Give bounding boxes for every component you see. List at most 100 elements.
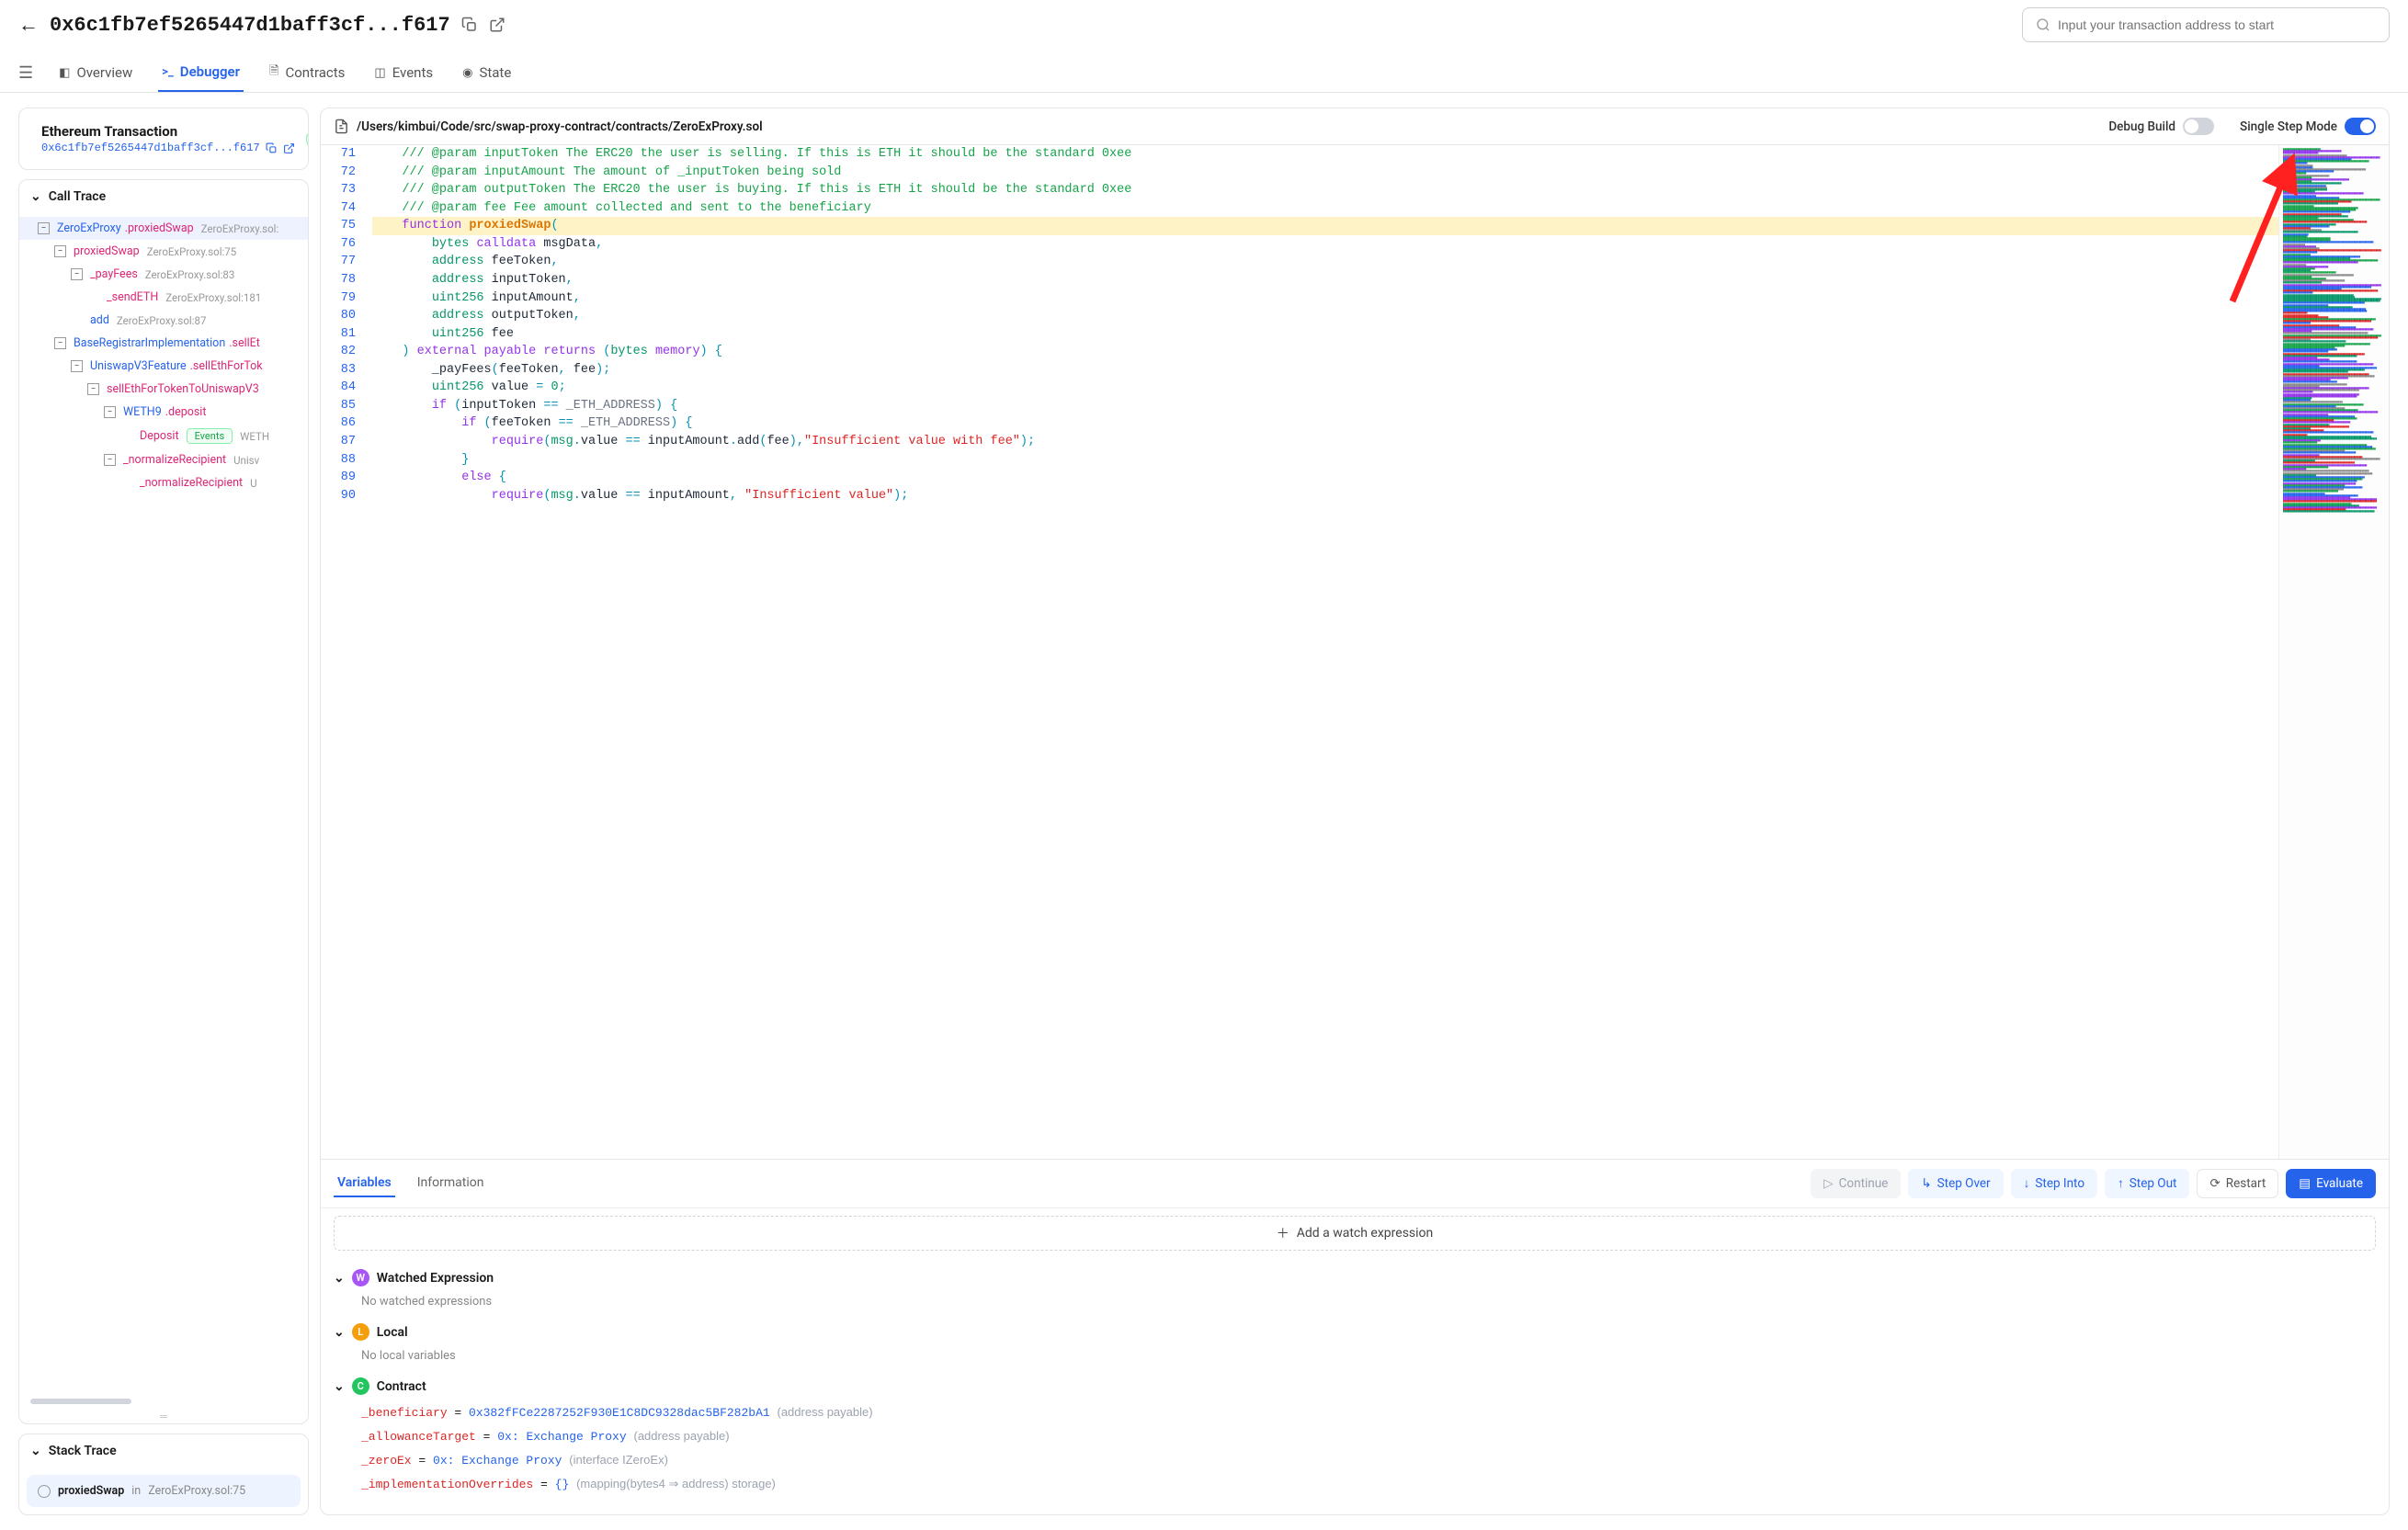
trace-row[interactable]: −ZeroExProxy.proxiedSwapZeroExProxy.sol: [19, 217, 308, 240]
file-icon [334, 119, 349, 134]
play-icon: ▷ [1823, 1176, 1833, 1191]
code-line: 82 ) external payable returns (bytes mem… [321, 343, 2278, 361]
code-line: 74 /// @param fee Fee amount collected a… [321, 199, 2278, 218]
evaluate-button[interactable]: ▤Evaluate [2286, 1169, 2376, 1198]
tx-hash: 0x6c1fb7ef5265447d1baff3cf...f617 [50, 14, 450, 37]
group-badge: C [352, 1377, 369, 1395]
collapse-icon[interactable]: − [71, 268, 83, 280]
tx-hash-link[interactable]: 0x6c1fb7ef5265447d1baff3cf...f617 [41, 142, 260, 154]
code-line: 79 uint256 inputAmount, [321, 289, 2278, 308]
trace-row[interactable]: −proxiedSwapZeroExProxy.sol:75 [19, 240, 308, 263]
var-row[interactable]: _implementationOverrides = {} (mapping(b… [334, 1472, 2376, 1496]
menu-icon[interactable]: ☰ [18, 63, 33, 83]
step-out-button[interactable]: ↑Step Out [2105, 1169, 2189, 1198]
code-line: 76 bytes calldata msgData, [321, 235, 2278, 254]
code-line: 89 else { [321, 469, 2278, 487]
chevron-down-icon: ⌄ [30, 1444, 41, 1458]
debug-tab-information[interactable]: Information [414, 1170, 488, 1197]
chevron-down-icon: ⌄ [334, 1379, 345, 1394]
search-icon [2036, 17, 2050, 32]
overview-icon: ◧ [59, 66, 70, 80]
external-link-icon[interactable] [489, 17, 505, 33]
trace-row[interactable]: _normalizeRecipientU [19, 471, 308, 494]
debug-build-toggle[interactable] [2183, 118, 2214, 135]
trace-row[interactable]: −UniswapV3Feature.sellEthForTok [19, 355, 308, 378]
step-into-button[interactable]: ↓Step Into [2011, 1169, 2097, 1198]
code-line: 78 address inputToken, [321, 271, 2278, 289]
continue-button[interactable]: ▷Continue [1811, 1169, 1901, 1198]
tab-contracts[interactable]: 🗎Contracts [266, 53, 348, 92]
tab-overview[interactable]: ◧Overview [55, 53, 136, 92]
debug-tab-variables[interactable]: Variables [334, 1170, 395, 1197]
code-line: 85 if (inputToken == _ETH_ADDRESS) { [321, 397, 2278, 415]
state-icon: ◉ [462, 66, 472, 80]
trace-row[interactable]: −WETH9.deposit [19, 401, 308, 424]
evaluate-icon: ▤ [2299, 1176, 2311, 1191]
trace-row[interactable]: _sendETHZeroExProxy.sol:181 [19, 286, 308, 309]
external-link-icon[interactable] [283, 142, 295, 154]
contracts-icon: 🗎 [269, 62, 278, 83]
var-row[interactable]: _beneficiary = 0x382fFCe2287252F930E1C8D… [334, 1400, 2376, 1424]
call-trace-header[interactable]: ⌄ Call Trace [19, 180, 308, 213]
collapse-icon[interactable]: − [54, 245, 66, 257]
stack-trace-header[interactable]: ⌄ Stack Trace [19, 1434, 308, 1468]
var-row[interactable]: _zeroEx = 0x: Exchange Proxy (interface … [334, 1448, 2376, 1472]
code-line: 73 /// @param outputToken The ERC20 the … [321, 181, 2278, 199]
code-line: 86 if (feeToken == _ETH_ADDRESS) { [321, 414, 2278, 433]
minimap[interactable]: ████████████████████████████████████████… [2278, 145, 2389, 1159]
trace-row[interactable]: −_payFeesZeroExProxy.sol:83 [19, 263, 308, 286]
back-button[interactable]: ← [18, 13, 39, 37]
collapse-icon[interactable]: − [38, 222, 50, 234]
var-group-header[interactable]: ⌄LLocal [334, 1318, 2376, 1346]
stack-row[interactable]: proxiedSwapinZeroExProxy.sol:75 [27, 1475, 301, 1507]
step-over-icon: ↳ [1921, 1176, 1931, 1191]
single-step-toggle[interactable] [2345, 118, 2376, 135]
tx-title: Ethereum Transaction [41, 123, 295, 140]
copy-icon[interactable] [461, 17, 478, 33]
search-input[interactable] [2058, 17, 2376, 32]
code-line: 90 require(msg.value == inputAmount, "In… [321, 487, 2278, 505]
step-over-button[interactable]: ↳Step Over [1908, 1169, 2003, 1198]
chevron-down-icon: ⌄ [334, 1271, 345, 1286]
main-tabs: ☰ ◧Overview >_Debugger 🗎Contracts ◫Events ◉S… [0, 50, 2408, 93]
radio-icon [38, 1485, 51, 1498]
debugger-icon: >_ [162, 65, 174, 79]
debug-build-label: Debug Build [2108, 119, 2175, 134]
resize-handle[interactable]: ═ [19, 1410, 308, 1423]
collapse-icon[interactable]: − [104, 454, 116, 466]
collapse-icon[interactable]: − [104, 406, 116, 418]
trace-row[interactable]: −BaseRegistrarImplementation.sellEt [19, 332, 308, 355]
restart-button[interactable]: ⟳Restart [2197, 1169, 2278, 1198]
group-badge: L [352, 1323, 369, 1341]
var-group-header[interactable]: ⌄WWatched Expression [334, 1264, 2376, 1292]
copy-icon[interactable] [266, 142, 278, 154]
code-editor[interactable]: 71 /// @param inputToken The ERC20 the u… [321, 145, 2278, 1159]
collapse-icon[interactable]: − [54, 337, 66, 349]
step-out-icon: ↑ [2118, 1176, 2124, 1191]
var-group-header[interactable]: ⌄CContract [334, 1372, 2376, 1400]
code-line: 84 uint256 value = 0; [321, 379, 2278, 397]
add-watch-button[interactable]: ＋ Add a watch expression [334, 1216, 2376, 1251]
trace-row[interactable]: −sellEthForTokenToUniswapV3 [19, 378, 308, 401]
code-line: 81 uint256 fee [321, 325, 2278, 344]
group-badge: W [352, 1269, 369, 1286]
trace-row[interactable]: DepositEvents WETH [19, 424, 308, 448]
code-line: 75 function proxiedSwap( [321, 217, 2278, 235]
search-box[interactable] [2022, 7, 2390, 42]
trace-row[interactable]: −_normalizeRecipientUnisv [19, 448, 308, 471]
code-line: 88 } [321, 451, 2278, 470]
collapse-icon[interactable]: − [71, 360, 83, 372]
tab-events[interactable]: ◫Events [370, 53, 437, 92]
code-line: 80 address outputToken, [321, 307, 2278, 325]
trace-row[interactable]: addZeroExProxy.sol:87 [19, 309, 308, 332]
events-icon: ◫ [374, 66, 385, 80]
tab-state[interactable]: ◉State [459, 53, 515, 92]
scrollbar[interactable] [30, 1399, 131, 1404]
collapse-icon[interactable]: − [87, 383, 99, 395]
restart-icon: ⟳ [2209, 1176, 2220, 1191]
tab-debugger[interactable]: >_Debugger [158, 53, 244, 92]
status-badge: Running [306, 128, 309, 151]
var-row[interactable]: _allowanceTarget = 0x: Exchange Proxy (a… [334, 1424, 2376, 1448]
step-into-icon: ↓ [2024, 1176, 2030, 1191]
code-line: 83 _payFees(feeToken, fee); [321, 361, 2278, 380]
